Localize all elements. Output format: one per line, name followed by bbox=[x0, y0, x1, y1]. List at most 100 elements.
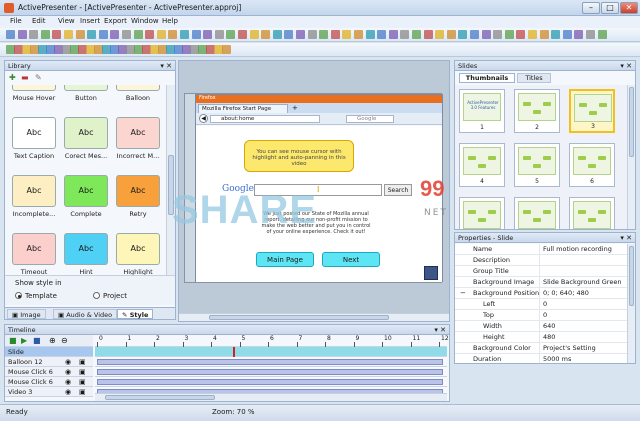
timeline-hscrollbar[interactable] bbox=[95, 393, 447, 401]
properties-scrollbar[interactable] bbox=[627, 244, 635, 363]
property-row[interactable]: Left 0 bbox=[455, 299, 627, 310]
toolbar-icon[interactable] bbox=[284, 30, 294, 39]
timeline-row-label[interactable]: Mouse Click 6 ◉ ▣ bbox=[5, 367, 93, 377]
library-item[interactable]: Abc Text Caption bbox=[10, 115, 58, 169]
close-button[interactable]: ✕ bbox=[620, 2, 638, 14]
lock-icon[interactable]: ▣ bbox=[79, 387, 86, 397]
property-value[interactable] bbox=[539, 266, 543, 277]
pin-icon[interactable]: ▾ ✕ bbox=[160, 61, 172, 71]
library-item[interactable]: Abc Hint bbox=[62, 231, 110, 275]
slide-thumbnail[interactable]: 4 bbox=[459, 143, 505, 187]
toolbar-icon[interactable] bbox=[435, 30, 445, 39]
library-item[interactable]: Abc Incorrect M... bbox=[114, 115, 162, 169]
timeline-ruler[interactable]: 0 1 2 3 4 5 6 7 8 9 10 11 12 bbox=[95, 335, 449, 347]
playhead[interactable] bbox=[233, 347, 235, 357]
lock-icon[interactable]: ▣ bbox=[79, 377, 86, 387]
menu-file[interactable]: File bbox=[10, 17, 22, 25]
menu-help[interactable]: Help bbox=[162, 17, 178, 25]
menu-export[interactable]: Export bbox=[104, 17, 127, 25]
timeline-bar[interactable] bbox=[97, 359, 443, 365]
slide-thumbnail[interactable]: 8 bbox=[514, 197, 560, 229]
property-row[interactable]: Height 480 bbox=[455, 332, 627, 343]
menu-insert[interactable]: Insert bbox=[80, 17, 100, 25]
pin-icon[interactable]: ▾ ✕ bbox=[434, 325, 446, 335]
toolbar-icon[interactable] bbox=[272, 30, 282, 39]
property-value[interactable]: Project's Setting bbox=[539, 343, 596, 354]
toolbar-icon[interactable] bbox=[191, 30, 201, 39]
stop-icon[interactable]: ■ bbox=[33, 336, 41, 345]
toolbar-icon[interactable] bbox=[249, 30, 259, 39]
highlight-balloon[interactable]: You can see mouse cursor with highlight … bbox=[244, 140, 354, 172]
library-item[interactable]: Abc Timeout bbox=[10, 231, 58, 275]
slide-thumbnail[interactable]: 6 bbox=[569, 143, 615, 187]
slide-thumbnail[interactable]: 2 bbox=[514, 89, 560, 133]
timeline-track[interactable] bbox=[95, 357, 447, 367]
toolbar-icon[interactable] bbox=[562, 30, 572, 39]
library-item[interactable]: Abc Complete bbox=[62, 173, 110, 227]
pin-icon[interactable]: ▾ ✕ bbox=[620, 61, 632, 71]
menu-view[interactable]: View bbox=[58, 17, 75, 25]
toolbar-icon[interactable] bbox=[133, 30, 143, 39]
slide-thumbnail[interactable]: 5 bbox=[514, 143, 560, 187]
property-row[interactable]: − Background Position 0; 0; 640; 480 bbox=[455, 288, 627, 299]
toolbar-icon[interactable] bbox=[145, 30, 155, 39]
library-item[interactable]: Balloon bbox=[114, 85, 162, 111]
timeline-row-label[interactable]: Mouse Click 6 ◉ ▣ bbox=[5, 377, 93, 387]
timeline-row-label[interactable]: Balloon 12 ◉ ▣ bbox=[5, 357, 93, 367]
timeline-bar[interactable] bbox=[97, 379, 443, 385]
toolbar-icon[interactable] bbox=[539, 30, 549, 39]
toolbar-icon[interactable] bbox=[516, 30, 526, 39]
address-bar[interactable]: about:home bbox=[210, 115, 320, 123]
property-row[interactable]: Description bbox=[455, 255, 627, 266]
toolbar-icon[interactable] bbox=[504, 30, 514, 39]
toolbar-icon[interactable] bbox=[586, 30, 595, 39]
timeline-row-label[interactable]: Video 3 ◉ ▣ bbox=[5, 387, 93, 397]
toolbar-icon[interactable] bbox=[156, 30, 166, 39]
google-search-button[interactable]: Search bbox=[384, 184, 412, 196]
toolbar-icon[interactable] bbox=[180, 30, 189, 39]
library-item[interactable]: Abc Incomplete... bbox=[10, 173, 58, 227]
remove-icon[interactable]: ▬ bbox=[21, 73, 29, 82]
toolbar-icon[interactable] bbox=[574, 30, 584, 39]
property-row[interactable]: Background Image Slide Background Green bbox=[455, 277, 627, 288]
property-value[interactable]: 0 bbox=[539, 299, 547, 310]
slides-scrollbar[interactable] bbox=[627, 85, 635, 229]
property-row[interactable]: Background Color Project's Setting bbox=[455, 343, 627, 354]
maximize-button[interactable]: □ bbox=[601, 2, 619, 14]
property-value[interactable]: 640 bbox=[539, 321, 555, 332]
timeline-bar[interactable] bbox=[97, 369, 443, 375]
toolbar-icon[interactable] bbox=[481, 30, 491, 39]
library-scrollbar[interactable] bbox=[166, 85, 175, 275]
toolbar-icon[interactable] bbox=[377, 30, 387, 39]
timeline-track[interactable] bbox=[95, 367, 447, 377]
property-row[interactable]: Duration 5000 ms bbox=[455, 354, 627, 363]
eye-icon[interactable]: ◉ bbox=[65, 387, 71, 397]
property-value[interactable] bbox=[539, 255, 543, 266]
menu-edit[interactable]: Edit bbox=[32, 17, 46, 25]
slide-thumbnail[interactable]: 3 bbox=[569, 89, 615, 133]
toolbar-icon[interactable] bbox=[446, 30, 456, 39]
toolbar-icon[interactable] bbox=[110, 30, 120, 39]
next-button[interactable]: Next bbox=[322, 252, 380, 267]
toolbar-icon[interactable] bbox=[319, 30, 329, 39]
toolbar-icon[interactable] bbox=[226, 30, 236, 39]
minimize-button[interactable]: – bbox=[582, 2, 600, 14]
toolbar-icon[interactable] bbox=[342, 30, 352, 39]
pin-icon[interactable]: ▾ ✕ bbox=[620, 233, 632, 243]
toolbar-icon[interactable] bbox=[597, 30, 607, 39]
library-item[interactable]: Abc Corect Mes... bbox=[62, 115, 110, 169]
toolbar-icon[interactable] bbox=[87, 30, 97, 39]
library-item[interactable]: Abc Highlight bbox=[114, 231, 162, 275]
property-row[interactable]: Group Title bbox=[455, 266, 627, 277]
library-item[interactable]: Mouse Hover bbox=[10, 85, 58, 111]
toolbar-icon[interactable] bbox=[354, 30, 363, 39]
toolbar-icon[interactable] bbox=[261, 30, 271, 39]
toolbar-icon[interactable] bbox=[64, 30, 73, 39]
lock-icon[interactable]: ▣ bbox=[79, 367, 86, 377]
toolbar-icon[interactable] bbox=[214, 30, 224, 39]
tab-titles[interactable]: Titles bbox=[517, 73, 551, 83]
toolbar-icon[interactable] bbox=[29, 30, 39, 39]
library-item[interactable]: Button bbox=[62, 85, 110, 111]
toolbar-icon[interactable] bbox=[122, 30, 131, 39]
toolbar-icon[interactable] bbox=[388, 30, 398, 39]
